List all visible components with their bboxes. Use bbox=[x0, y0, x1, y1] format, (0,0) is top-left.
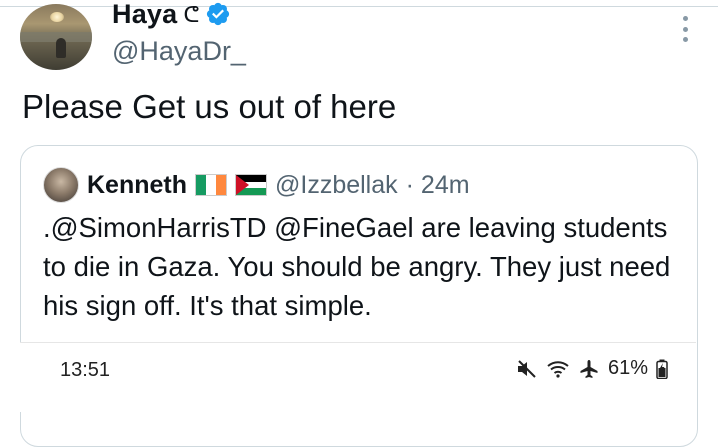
verified-badge-icon bbox=[207, 2, 230, 26]
mute-icon bbox=[517, 359, 536, 378]
quoted-text: .@SimonHarrisTD @FineGael are leaving st… bbox=[43, 212, 671, 321]
palestine-flag-icon bbox=[235, 174, 267, 196]
quoted-time: · 24m bbox=[405, 170, 470, 199]
author-name[interactable]: Haya bbox=[112, 0, 177, 30]
status-time: 13:51 bbox=[60, 359, 111, 381]
top-divider bbox=[0, 6, 718, 7]
quoted-header: Kenneth @Izzbellak · 24m bbox=[43, 167, 470, 203]
more-dot bbox=[682, 37, 688, 42]
wifi-icon bbox=[547, 360, 569, 378]
author-handle[interactable]: @HayaDr_ bbox=[112, 36, 246, 67]
more-dot bbox=[682, 26, 688, 32]
status-icons: 61% bbox=[516, 357, 668, 380]
battery-percent: 61% bbox=[607, 357, 648, 379]
tweet-text: Please Get us out of here bbox=[22, 88, 397, 125]
battery-icon bbox=[656, 359, 668, 379]
more-options-icon[interactable] bbox=[680, 16, 690, 42]
quoted-avatar[interactable] bbox=[43, 167, 79, 203]
author-avatar[interactable] bbox=[20, 4, 92, 70]
avatar-figure bbox=[56, 38, 66, 58]
phone-status-bar: 13:51 61% bbox=[20, 342, 696, 412]
author-name-row[interactable]: Haya ᕦ bbox=[112, 0, 231, 30]
ireland-flag-icon bbox=[195, 174, 227, 196]
more-dot bbox=[682, 16, 688, 21]
airplane-icon bbox=[580, 359, 598, 378]
avatar-sun bbox=[50, 12, 64, 22]
author-name-glyph: ᕦ bbox=[183, 2, 200, 27]
quoted-author-name[interactable]: Kenneth bbox=[87, 171, 187, 200]
quoted-handle[interactable]: @Izzbellak bbox=[275, 171, 398, 200]
